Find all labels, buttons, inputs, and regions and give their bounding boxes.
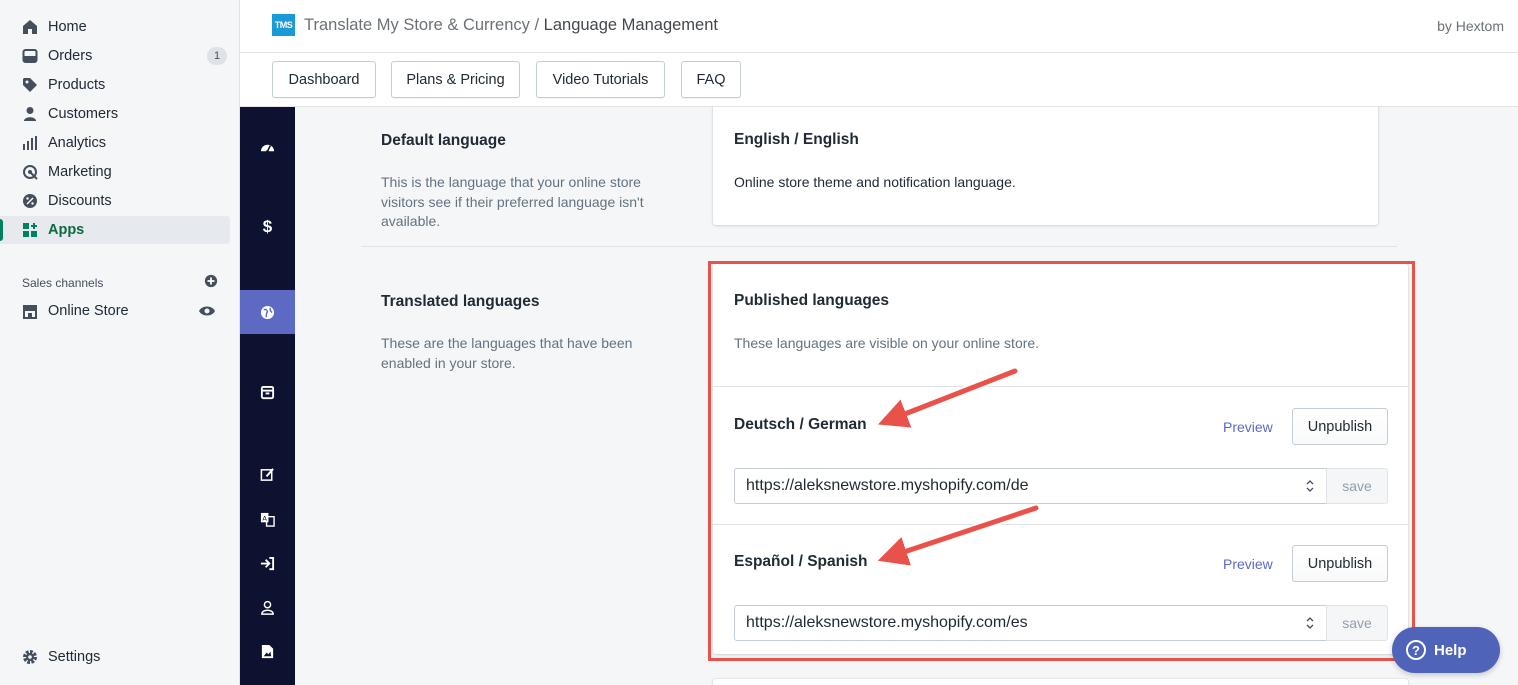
- next-card-edge: [713, 679, 1408, 685]
- shopify-sidebar: Home Orders 1 Products Customers Analyti…: [0, 0, 240, 685]
- nav-item-customers[interactable]: Customers: [0, 100, 230, 128]
- sign-in-icon[interactable]: [240, 541, 295, 585]
- breadcrumb: Translate My Store & Currency / Language…: [304, 16, 718, 35]
- orders-icon: [22, 48, 38, 64]
- nav-label: Products: [48, 77, 106, 93]
- nav-label: Home: [48, 19, 87, 35]
- discount-icon: [22, 193, 38, 209]
- orders-count-badge: 1: [207, 47, 227, 65]
- nav-item-apps[interactable]: Apps: [0, 216, 230, 244]
- tab-faq[interactable]: FAQ: [681, 61, 741, 98]
- default-language-value: English / English: [734, 131, 859, 148]
- tab-plans-pricing[interactable]: Plans & Pricing: [391, 61, 520, 98]
- apps-icon: [22, 222, 38, 238]
- nav-item-discounts[interactable]: Discounts: [0, 187, 230, 215]
- default-language-description: This is the language that your online st…: [381, 174, 644, 229]
- translate-icon[interactable]: A: [240, 497, 295, 541]
- user-icon[interactable]: [240, 585, 295, 629]
- section-divider: [361, 246, 1397, 247]
- edit-icon[interactable]: [240, 452, 295, 496]
- sales-channels-label: Sales channels: [22, 275, 104, 290]
- default-language-note: Online store theme and notification lang…: [734, 174, 1016, 190]
- person-icon: [22, 106, 38, 122]
- nav-item-orders[interactable]: Orders 1: [0, 42, 230, 70]
- default-language-card: English / English Online store theme and…: [713, 107, 1378, 225]
- app-sidebar: $ A: [240, 107, 295, 685]
- sales-channels-header: Sales channels: [22, 274, 218, 291]
- nav-item-settings[interactable]: Settings: [0, 643, 230, 671]
- nav-item-marketing[interactable]: Marketing: [0, 158, 230, 186]
- tab-dashboard[interactable]: Dashboard: [272, 61, 376, 98]
- nav-item-analytics[interactable]: Analytics: [0, 129, 230, 157]
- help-label: Help: [1434, 641, 1467, 659]
- nav-item-home[interactable]: Home: [0, 13, 230, 41]
- megaphone-icon: [22, 164, 38, 180]
- nav-label: Apps: [48, 222, 85, 238]
- nav-label: Online Store: [48, 303, 129, 319]
- app-logo: TMS: [272, 14, 295, 36]
- tab-video-tutorials[interactable]: Video Tutorials: [536, 61, 665, 98]
- nav-item-products[interactable]: Products: [0, 71, 230, 99]
- gear-icon: [22, 649, 38, 665]
- translated-languages-description: These are the languages that have been e…: [381, 335, 633, 371]
- nav-label: Analytics: [48, 135, 107, 151]
- breadcrumb-app-name[interactable]: Translate My Store & Currency: [304, 16, 530, 34]
- tab-bar: Dashboard Plans & Pricing Video Tutorial…: [240, 53, 1518, 107]
- nav-label: Settings: [48, 649, 101, 665]
- question-icon: ?: [1406, 640, 1426, 660]
- help-button[interactable]: ? Help: [1392, 627, 1500, 673]
- nav-label: Marketing: [48, 164, 112, 180]
- add-channel-plus-icon[interactable]: [204, 274, 218, 291]
- archive-icon[interactable]: [240, 370, 295, 414]
- svg-text:A: A: [262, 514, 267, 522]
- translated-languages-heading: Translated languages: [381, 293, 540, 310]
- eye-icon[interactable]: [198, 303, 216, 319]
- nav-label: Customers: [48, 106, 119, 122]
- dollar-icon[interactable]: $: [240, 205, 295, 249]
- nav-label: Discounts: [48, 193, 112, 209]
- app-header: TMS Translate My Store & Currency / Lang…: [240, 0, 1518, 53]
- home-icon: [22, 19, 38, 35]
- image-icon[interactable]: [240, 629, 295, 673]
- nav-item-online-store[interactable]: Online Store: [0, 297, 230, 325]
- tag-icon: [22, 77, 38, 93]
- dashboard-icon[interactable]: [240, 125, 295, 169]
- store-icon: [22, 303, 38, 319]
- annotation-highlight-box: [708, 261, 1415, 661]
- nav-label: Orders: [48, 48, 93, 64]
- breadcrumb-separator: /: [534, 16, 540, 34]
- page-title: Language Management: [543, 16, 718, 34]
- default-language-heading: Default language: [381, 132, 506, 149]
- bar-chart-icon: [22, 135, 38, 151]
- globe-icon[interactable]: [240, 290, 295, 334]
- developer-credit: by Hextom: [1437, 18, 1504, 34]
